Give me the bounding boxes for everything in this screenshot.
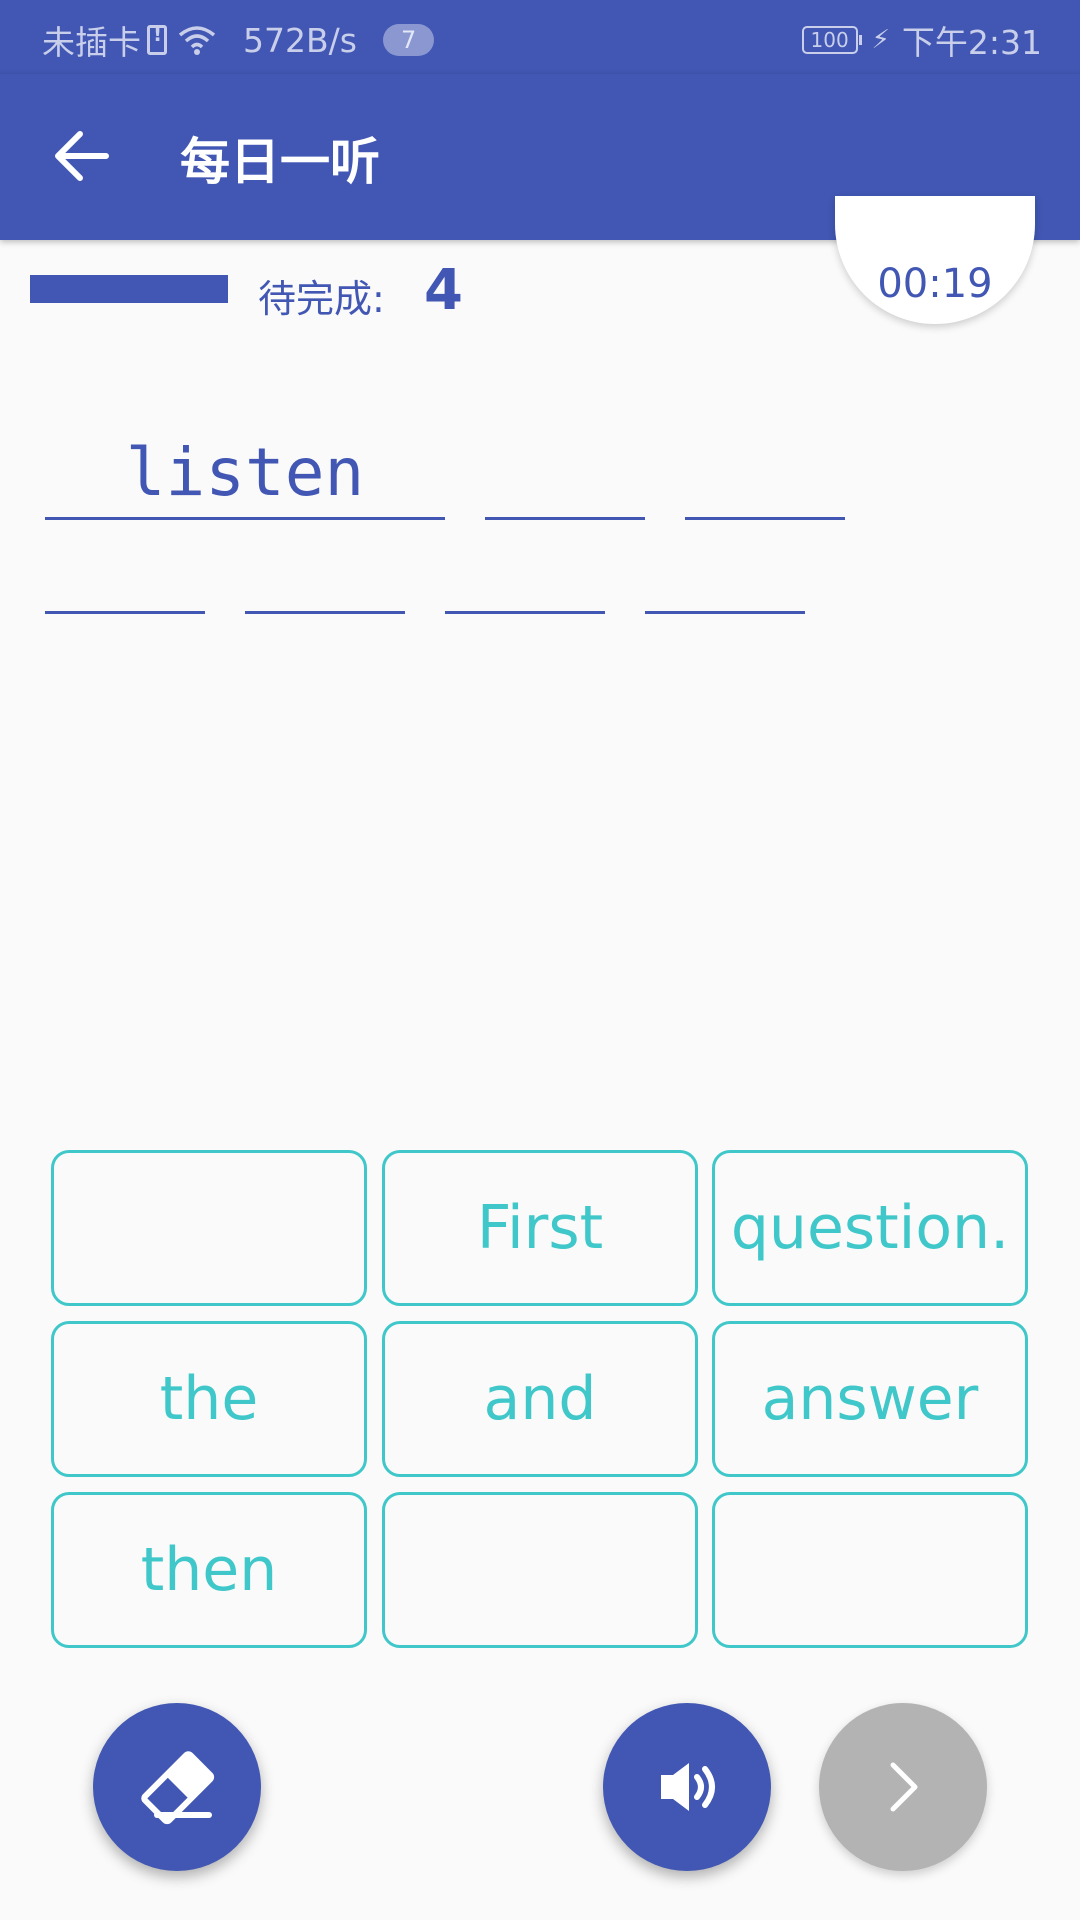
- wifi-icon: [178, 26, 216, 55]
- next-button[interactable]: [819, 1703, 987, 1871]
- word-tile[interactable]: then: [51, 1492, 367, 1648]
- erase-button[interactable]: [93, 1703, 261, 1871]
- word-tile[interactable]: [382, 1492, 698, 1648]
- back-button[interactable]: [46, 120, 118, 192]
- arrow-left-icon: [55, 131, 109, 181]
- speaker-icon: [661, 1763, 715, 1811]
- remaining-label: 待完成:: [258, 277, 385, 321]
- word-tile[interactable]: First: [382, 1150, 698, 1306]
- answer-blank[interactable]: listen: [45, 434, 445, 520]
- sim-alert-icon: [147, 22, 167, 55]
- progress-bar: [30, 275, 228, 303]
- eraser-icon: [141, 1751, 215, 1825]
- answer-blank[interactable]: [445, 534, 605, 614]
- word-tile[interactable]: the: [51, 1321, 367, 1477]
- play-audio-button[interactable]: [603, 1703, 771, 1871]
- charging-icon: ⚡: [871, 25, 890, 55]
- timer-badge: 00:19: [835, 196, 1035, 324]
- answer-blank[interactable]: [245, 534, 405, 614]
- timer-text: 00:19: [877, 261, 993, 307]
- status-right: 100 ⚡ 下午2:31: [801, 16, 1042, 64]
- word-tile[interactable]: question.: [712, 1150, 1028, 1306]
- answer-blank-word: listen: [125, 434, 365, 511]
- answer-blank[interactable]: [685, 440, 845, 520]
- answer-blank[interactable]: [45, 534, 205, 614]
- carrier-text: 未插卡: [42, 23, 141, 62]
- remaining-count: 4: [424, 258, 463, 323]
- word-tile[interactable]: and: [382, 1321, 698, 1477]
- progress-bar-fill: [30, 275, 228, 303]
- word-tile[interactable]: [712, 1492, 1028, 1648]
- answer-blank[interactable]: [645, 534, 805, 614]
- word-tile[interactable]: [51, 1150, 367, 1306]
- word-tile[interactable]: answer: [712, 1321, 1028, 1477]
- answer-blank[interactable]: [485, 440, 645, 520]
- chevron-right-icon: [890, 1762, 918, 1812]
- net-speed-text: 572B/s: [243, 20, 357, 60]
- page-title: 每日一听: [180, 133, 380, 191]
- notification-count-badge: 7: [382, 24, 435, 56]
- battery-icon: 100: [801, 26, 862, 54]
- status-bar: 未插卡 572B/s 7 100 ⚡ 下午2:31: [0, 0, 1080, 74]
- status-left: 未插卡 572B/s 7: [42, 16, 435, 64]
- clock-text: 下午2:31: [901, 23, 1042, 62]
